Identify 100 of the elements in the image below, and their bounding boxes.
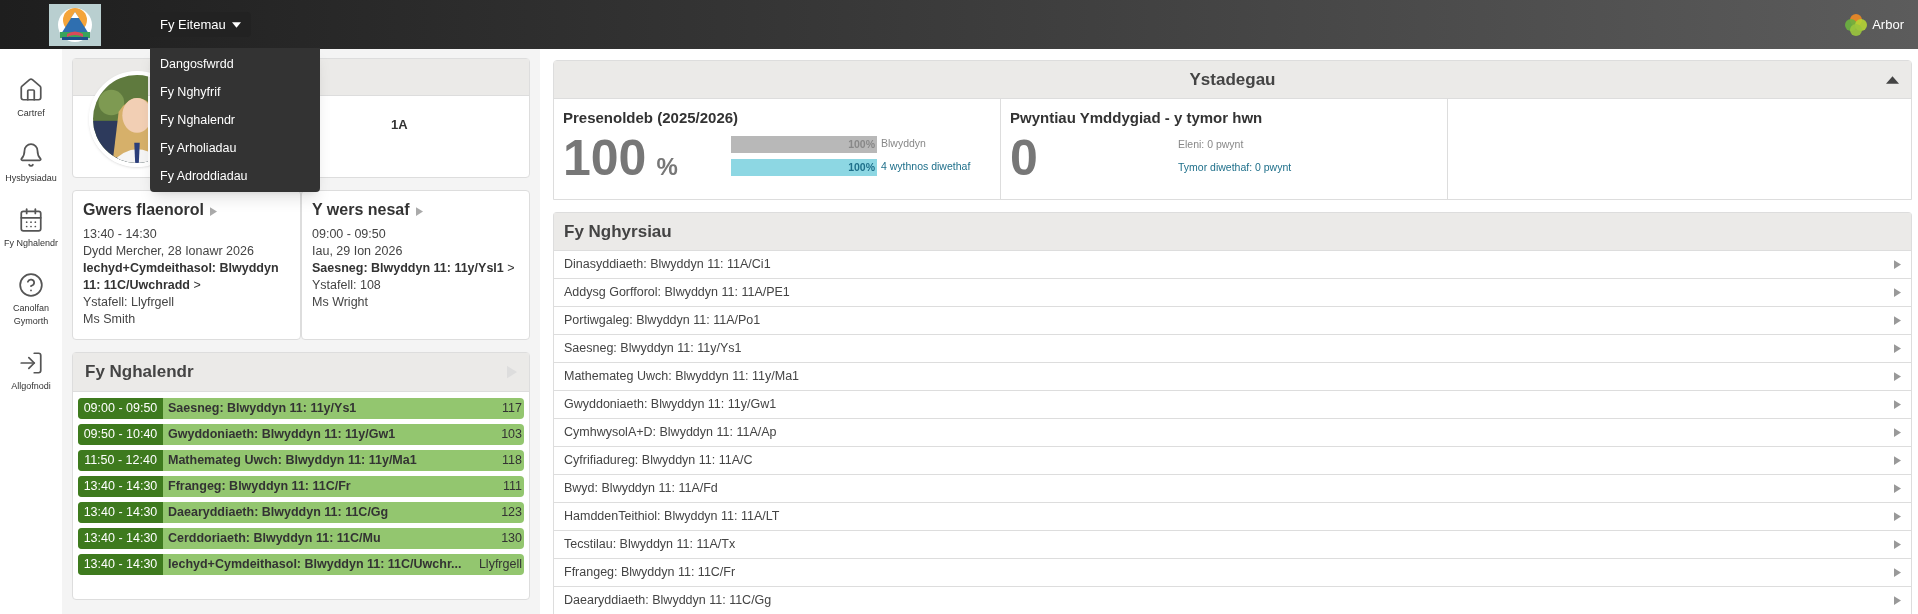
arrow-icon	[1894, 596, 1901, 605]
arrow-icon	[1894, 260, 1901, 269]
panel-title: Pwyntiau Ymddygiad - y tymor hwn	[1010, 108, 1264, 128]
attendance-unit: %	[656, 151, 678, 182]
event-time: 13:40 - 14:30	[78, 554, 163, 575]
course-row[interactable]: HamddenTeithiol: Blwyddyn 11: 11A/LT	[554, 503, 1911, 531]
menu-item[interactable]: Dangosfwrdd	[150, 50, 320, 78]
event-title: Mathemateg Uwch: Blwyddyn 11: 11y/Ma1	[167, 452, 417, 470]
event-title: Daearyddiaeth: Blwyddyn 11: 11C/Gg	[167, 504, 389, 522]
nav-label[interactable]: Fy Nghalendr	[0, 237, 62, 250]
course-row[interactable]: Mathemateg Uwch: Blwyddyn 11: 11y/Ma1	[554, 363, 1911, 391]
home-icon[interactable]	[18, 77, 44, 103]
brand-name[interactable]: Arbor	[1872, 14, 1904, 35]
attendance-value: 100	[563, 129, 647, 186]
calendar-event[interactable]: 13:40 - 14:30 Daearyddiaeth: Blwyddyn 11: 11C/Gg 123	[78, 502, 524, 523]
event-time: 13:40 - 14:30	[78, 502, 163, 523]
arrow-icon	[1894, 428, 1901, 437]
calendar-event[interactable]: 09:50 - 10:40 Gwyddoniaeth: Blwyddyn 11: 11y/Gw1 103	[78, 424, 524, 445]
course-row[interactable]: Saesneg: Blwyddyn 11: 11y/Ys1	[554, 335, 1911, 363]
card-title: Gwers flaenorol	[83, 201, 204, 218]
menu-item[interactable]: Fy Arholiadau	[150, 134, 320, 162]
event-room: 123	[500, 504, 523, 522]
card-title: Fy Nghalendr	[85, 361, 194, 384]
event-time: 09:50 - 10:40	[78, 424, 163, 445]
course-row[interactable]: Cyfrifiadureg: Blwyddyn 11: 11A/C	[554, 447, 1911, 475]
lesson-teacher: Ms Wright	[312, 294, 370, 311]
event-room: 130	[500, 530, 523, 548]
arrow-icon	[1894, 344, 1901, 353]
event-title: Iechyd+Cymdeithasol: Blwyddyn 11: 11C/Uwchr...	[167, 556, 462, 574]
course-row[interactable]: Ffrangeg: Blwyddyn 11: 11C/Fr	[554, 559, 1911, 587]
progress-label: 4 wythnos diwethaf	[881, 159, 971, 175]
arrow-icon	[1894, 540, 1901, 549]
event-title: Cerddoriaeth: Blwyddyn 11: 11C/Mu	[167, 530, 381, 548]
school-logo[interactable]	[49, 3, 101, 46]
lesson-teacher: Ms Smith	[83, 311, 137, 328]
calendar-event[interactable]: 13:40 - 14:30 Ffrangeg: Blwyddyn 11: 11C/Fr 111	[78, 476, 524, 497]
arrow-icon	[1894, 456, 1901, 465]
event-title: Saesneg: Blwyddyn 11: 11y/Ys1	[167, 400, 357, 418]
menu-item[interactable]: Fy Adroddiadau	[150, 162, 320, 190]
lesson-date: Iau, 29 Ion 2026	[312, 243, 404, 260]
logout-icon[interactable]	[18, 350, 44, 376]
menu-item[interactable]: Fy Nghyfrif	[150, 78, 320, 106]
card-title: Y wers nesaf	[312, 201, 410, 218]
event-title: Ffrangeg: Blwyddyn 11: 11C/Fr	[167, 478, 351, 496]
bell-icon[interactable]	[18, 142, 44, 168]
course-row[interactable]: Tecstilau: Blwyddyn 11: 11A/Tx	[554, 531, 1911, 559]
arrow-icon	[415, 206, 423, 216]
collapse-icon[interactable]	[1886, 75, 1899, 84]
progress-label: Blwyddyn	[881, 136, 926, 152]
nav-label[interactable]: Hysbysiadau	[0, 172, 62, 185]
event-room: 111	[502, 478, 523, 496]
course-row[interactable]: Daearyddiaeth: Blwyddyn 11: 11C/Gg	[554, 587, 1911, 614]
arrow-icon	[1894, 568, 1901, 577]
lesson-time: 13:40 - 14:30	[83, 226, 158, 243]
lesson-time: 09:00 - 09:50	[312, 226, 387, 243]
lesson-room: Ystafell: Llyfrgell	[83, 294, 175, 311]
points-text: Eleni: 0 pwynt	[1178, 136, 1245, 152]
points-link[interactable]: Tymor diwethaf: 0 pwynt	[1178, 158, 1292, 176]
calendar-event[interactable]: 09:00 - 09:50 Saesneg: Blwyddyn 11: 11y/Ys1 117	[78, 398, 524, 419]
calendar-icon[interactable]	[18, 207, 44, 233]
caret-icon	[231, 21, 241, 28]
course-row[interactable]: Portiwgaleg: Blwyddyn 11: 11A/Po1	[554, 307, 1911, 335]
course-row[interactable]: CymhwysolA+D: Blwyddyn 11: 11A/Ap	[554, 419, 1911, 447]
arrow-icon	[1894, 316, 1901, 325]
lesson-class[interactable]: Saesneg: Blwyddyn 11: 11y/Ysl1 >	[312, 260, 519, 277]
behaviour-value: 0	[1010, 129, 1039, 186]
event-time: 09:00 - 09:50	[78, 398, 163, 419]
course-row[interactable]: Gwyddoniaeth: Blwyddyn 11: 11y/Gw1	[554, 391, 1911, 419]
help-icon[interactable]	[18, 272, 44, 298]
lesson-room: Ystafell: 108	[312, 277, 382, 294]
arrow-icon	[1894, 372, 1901, 381]
lesson-class[interactable]: Iechyd+Cymdeithasol: Blwyddyn 11: 11C/Uwchradd >	[83, 260, 290, 294]
nav-label[interactable]: Allgofnodi	[0, 380, 62, 393]
menu-item[interactable]: Fy Nghalendr	[150, 106, 320, 134]
event-time: 11:50 - 12:40	[78, 450, 163, 471]
event-room: Llyfrgell	[477, 556, 523, 574]
course-row[interactable]: Bwyd: Blwyddyn 11: 11A/Fd	[554, 475, 1911, 503]
arrow-icon	[209, 206, 217, 216]
progress-percent: 100%	[848, 159, 875, 175]
event-room: 103	[500, 426, 523, 444]
event-time: 13:40 - 14:30	[78, 476, 163, 497]
arrow-icon	[1894, 484, 1901, 493]
arrow-icon	[1894, 288, 1901, 297]
card-title: Fy Nghyrsiau	[564, 220, 672, 243]
event-room: 117	[501, 400, 523, 418]
calendar-event[interactable]: 11:50 - 12:40 Mathemateg Uwch: Blwyddyn 11: 11y/Ma1 118	[78, 450, 524, 471]
panel-title: Presenoldeb (2025/2026)	[563, 108, 740, 128]
arbor-logo-icon	[1844, 12, 1869, 37]
calendar-event[interactable]: 13:40 - 14:30 Cerddoriaeth: Blwyddyn 11: 11C/Mu 130	[78, 528, 524, 549]
calendar-event[interactable]: 13:40 - 14:30 Iechyd+Cymdeithasol: Blwyddyn 11: 11C/Uwchr... Llyfrgell	[78, 554, 524, 575]
event-time: 13:40 - 14:30	[78, 528, 163, 549]
course-row[interactable]: Dinasyddiaeth: Blwyddyn 11: 11A/Ci1	[554, 251, 1911, 279]
card-title: Ystadegau	[1189, 68, 1276, 91]
event-room: 118	[501, 452, 523, 470]
course-row[interactable]: Addysg Gorfforol: Blwyddyn 11: 11A/PE1	[554, 279, 1911, 307]
nav-label[interactable]: Canolfan Gymorth	[0, 302, 62, 328]
nav-label[interactable]: Cartref	[0, 107, 62, 120]
arrow-icon	[1894, 400, 1901, 409]
profile-text: 1A	[391, 116, 408, 134]
arrow-icon	[1894, 512, 1901, 521]
